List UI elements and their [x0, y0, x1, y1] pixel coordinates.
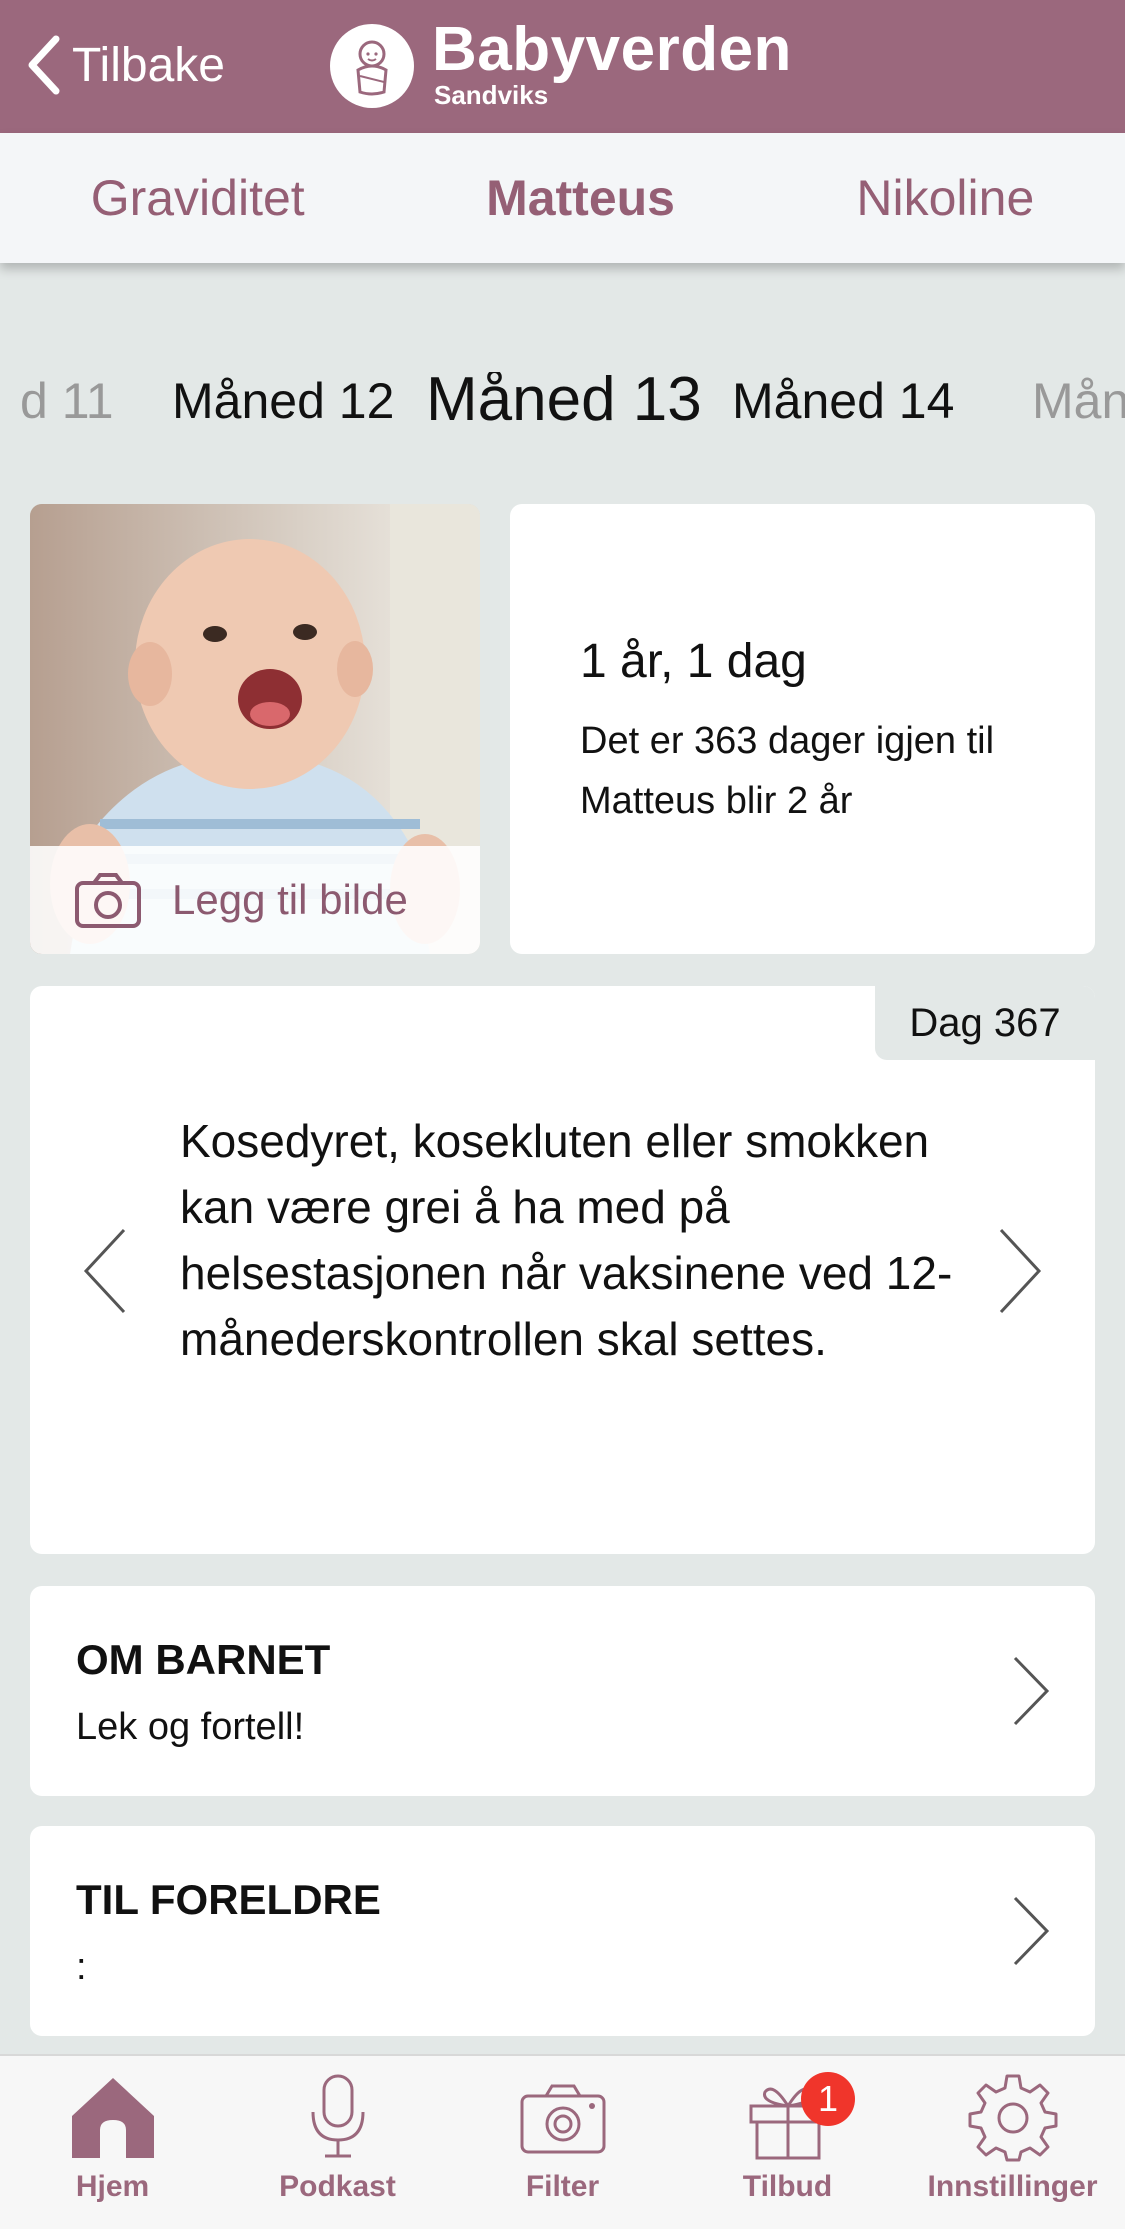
section-subtitle: Lek og fortell! [76, 1706, 305, 1748]
section-title: TIL FORELDRE [76, 1876, 381, 1923]
tab-graviditet[interactable]: Graviditet [91, 169, 305, 227]
camera-icon [520, 2084, 605, 2154]
brand-title: Babyverden [432, 15, 792, 84]
baby-logo-icon [330, 24, 414, 108]
nav-hjem[interactable]: Hjem [0, 2056, 225, 2229]
age-title: 1 år, 1 dag [580, 635, 807, 688]
baby-photo-card: Legg til bilde [30, 504, 480, 954]
back-label: Tilbake [72, 38, 225, 92]
age-card: 1 år, 1 dag Det er 363 dager igjen til M… [510, 504, 1095, 954]
age-countdown-text: Det er 363 dager igjen til Matteus blir … [580, 720, 995, 822]
month-12[interactable]: Måned 12 [172, 372, 394, 430]
previous-tip-arrow-icon[interactable] [80, 1226, 130, 1316]
tab-matteus[interactable]: Matteus [486, 169, 675, 227]
section-subtitle: : [76, 1946, 87, 1988]
chevron-right-icon [1013, 1896, 1050, 1966]
brand-subtitle: Sandviks [434, 80, 549, 110]
microphone-icon [311, 2074, 364, 2158]
daily-tip-card: Dag 367 Kosedyret, kosekluten eller smok… [30, 986, 1095, 1554]
chevron-left-icon [28, 35, 60, 95]
nav-tilbud[interactable]: Tilbud 1 [675, 2056, 900, 2229]
nav-label: Tilbud [742, 2170, 833, 2203]
nav-label: Filter [525, 2170, 600, 2203]
nav-filter[interactable]: Filter [450, 2056, 675, 2229]
month-11-partial[interactable]: d 11 [20, 372, 114, 430]
nav-podkast[interactable]: Podkast [225, 2056, 450, 2229]
app-header: Tilbake Babyverden Sandviks [0, 0, 1125, 133]
section-til-foreldre[interactable]: TIL FORELDRE : [30, 1826, 1095, 2036]
month-14[interactable]: Måned 14 [732, 372, 954, 430]
month-13-current[interactable]: Måned 13 [426, 372, 702, 435]
nav-label: Podkast [279, 2170, 396, 2203]
nav-innstillinger[interactable]: Innstillinger [900, 2056, 1125, 2229]
next-tip-arrow-icon[interactable] [995, 1226, 1045, 1316]
nav-label: Hjem [75, 2170, 150, 2203]
tab-nikoline[interactable]: Nikoline [856, 169, 1034, 227]
section-om-barnet[interactable]: OM BARNET Lek og fortell! [30, 1586, 1095, 1796]
chevron-right-icon [1013, 1656, 1050, 1726]
section-title: OM BARNET [76, 1636, 331, 1683]
gear-icon [968, 2074, 1057, 2162]
month-15-partial[interactable]: Mån [1032, 372, 1125, 430]
bottom-nav: Hjem Podkast Filter Tilbud 1 Innstilling… [0, 2054, 1125, 2229]
month-scroller[interactable]: d 11 Måned 12 Måned 13 Måned 14 Mån [0, 372, 1125, 452]
back-button[interactable]: Tilbake [24, 30, 225, 100]
nav-label: Innstillinger [927, 2170, 1098, 2203]
camera-icon [75, 873, 141, 928]
tip-text: Kosedyret, kosekluten eller smokken kan … [180, 1115, 953, 1365]
add-photo-label: Legg til bilde [172, 876, 408, 923]
add-photo-button[interactable]: Legg til bilde [30, 846, 480, 954]
home-icon [71, 2078, 154, 2158]
notification-badge: 1 [801, 2072, 855, 2126]
day-badge: Dag 367 [875, 986, 1095, 1060]
child-tabs: Graviditet Matteus Nikoline [0, 133, 1125, 263]
